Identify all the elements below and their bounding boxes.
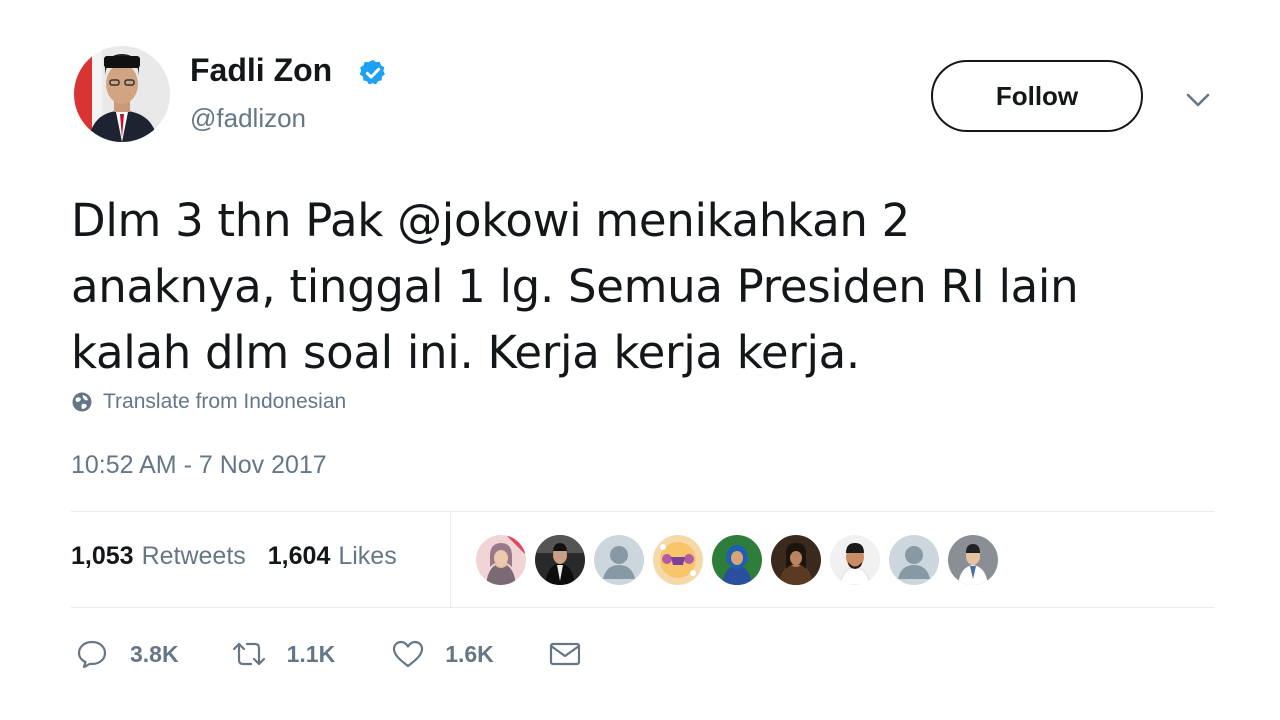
reply-count: 3.8K <box>130 640 179 667</box>
likes-count: 1,604 <box>267 542 331 570</box>
reply-action[interactable]: 3.8K <box>76 638 179 670</box>
chevron-down-icon[interactable] <box>1184 86 1212 114</box>
stats-bottom-divider <box>71 607 1214 608</box>
retweet-action[interactable]: 1.1K <box>231 638 336 670</box>
stats-top-divider <box>71 511 1214 512</box>
tweet-text-line: Dlm 3 thn Pak @jokowi menikahkan 2 <box>71 194 910 247</box>
tweet-action-bar: 3.8K 1.1K 1.6K <box>76 638 582 670</box>
liker-avatar[interactable] <box>476 535 526 585</box>
follow-button[interactable]: Follow <box>931 60 1143 132</box>
liker-avatar[interactable] <box>594 535 644 585</box>
like-action[interactable]: 1.6K <box>391 638 494 670</box>
tweet-timestamp[interactable]: 10:52 AM - 7 Nov 2017 <box>71 451 327 480</box>
author-avatar[interactable] <box>74 46 170 142</box>
liker-avatar[interactable] <box>771 535 821 585</box>
like-count: 1.6K <box>445 640 494 667</box>
tweet-text-line: kalah dlm soal ini. Kerja kerja kerja. <box>71 326 860 379</box>
tweet-text: Dlm 3 thn Pak @jokowi menikahkan 2 anakn… <box>71 188 1221 386</box>
liker-avatar[interactable] <box>830 535 880 585</box>
liker-avatar[interactable] <box>535 535 585 585</box>
retweets-label: Retweets <box>141 542 246 570</box>
retweet-count: 1.1K <box>286 640 336 667</box>
liked-by-avatars <box>476 535 1007 585</box>
liker-avatar[interactable] <box>653 535 703 585</box>
translate-link[interactable]: Translate from Indonesian <box>71 390 346 414</box>
translate-label[interactable]: Translate from Indonesian <box>103 390 346 414</box>
direct-message-action[interactable] <box>548 638 582 670</box>
globe-icon <box>72 392 92 412</box>
heart-icon[interactable] <box>391 638 425 670</box>
author-display-name[interactable]: Fadli Zon <box>190 52 332 89</box>
liker-avatar[interactable] <box>948 535 998 585</box>
likes-label: Likes <box>338 542 397 570</box>
likes-stat[interactable]: 1,604 Likes <box>268 542 397 571</box>
liker-avatar[interactable] <box>889 535 939 585</box>
envelope-icon[interactable] <box>548 638 582 670</box>
retweet-icon[interactable] <box>231 638 267 670</box>
retweets-count: 1,053 <box>71 542 134 570</box>
stats-vertical-divider <box>450 512 451 608</box>
tweet-text-line: anaknya, tinggal 1 lg. Semua Presiden RI… <box>71 260 1079 313</box>
reply-icon[interactable] <box>76 638 108 670</box>
author-handle[interactable]: @fadlizon <box>190 103 306 134</box>
tweet-stats: 1,053 Retweets 1,604 Likes <box>71 542 397 571</box>
verified-badge-icon <box>359 59 385 85</box>
retweets-stat[interactable]: 1,053 Retweets <box>71 542 246 571</box>
liker-avatar[interactable] <box>712 535 762 585</box>
